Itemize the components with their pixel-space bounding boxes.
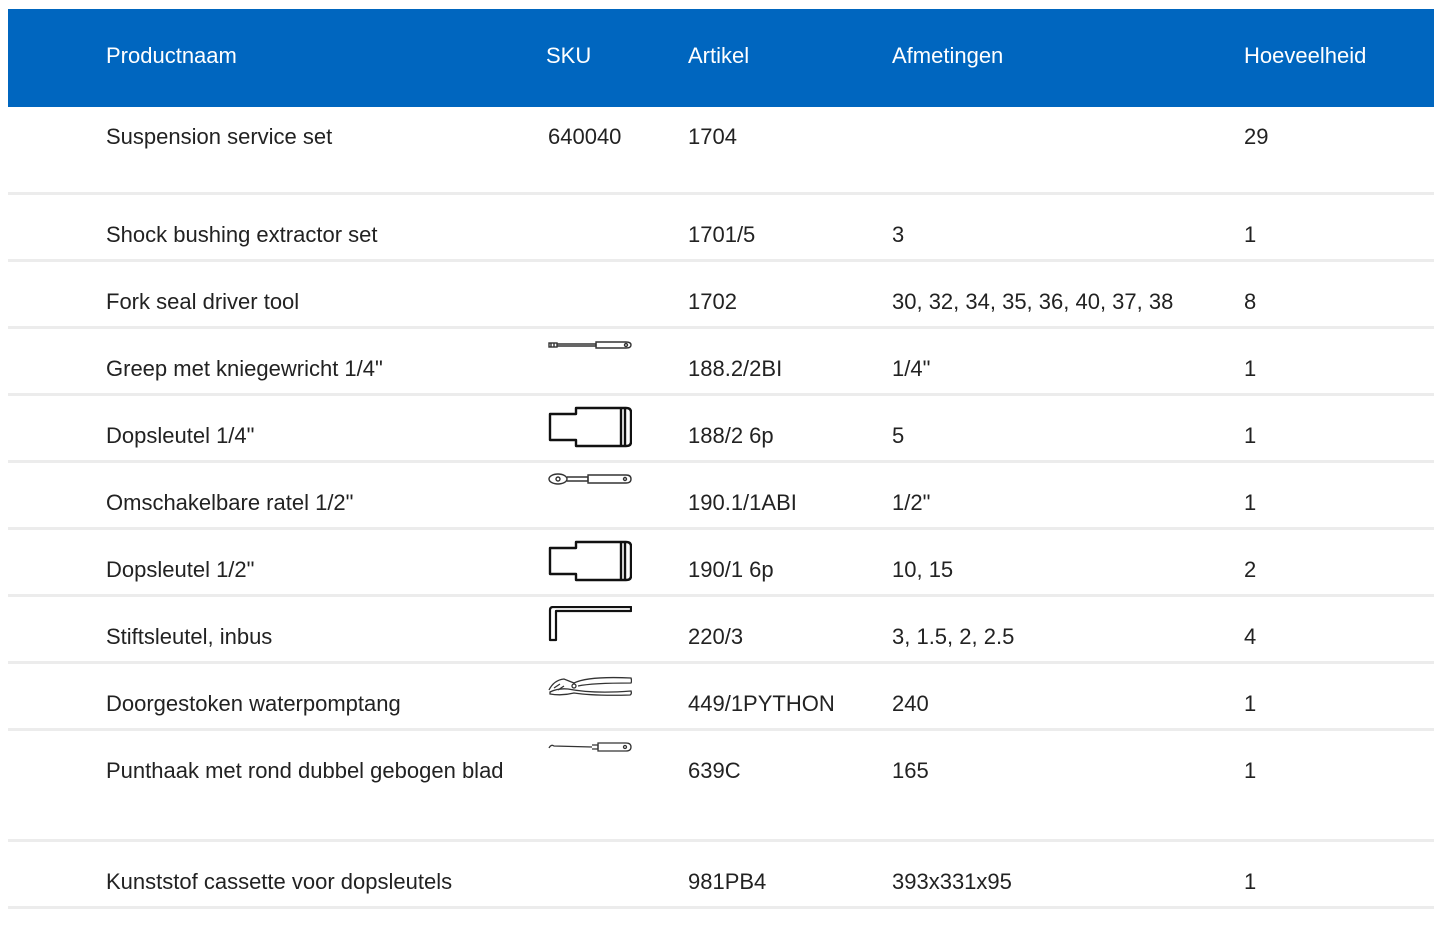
cell-dimensions: 3 xyxy=(892,222,905,247)
socket-icon xyxy=(548,406,632,448)
cell-quantity: 1 xyxy=(1244,869,1257,894)
cell-quantity: 2 xyxy=(1244,557,1257,582)
cell-quantity: 1 xyxy=(1244,691,1257,716)
cell-quantity: 4 xyxy=(1244,624,1257,649)
hex-key-icon xyxy=(548,606,632,642)
cell-product-name: Kunststof cassette voor dopsleutels xyxy=(106,869,453,894)
cell-article: 188.2/2BI xyxy=(688,356,783,381)
header-article: Artikel xyxy=(688,43,750,68)
table-row: Kunststof cassette voor dopsleutels 981PB… xyxy=(8,842,1434,909)
socket-icon xyxy=(548,540,632,582)
cell-product-name: Dopsleutel 1/4" xyxy=(106,423,255,448)
cell-quantity: 1 xyxy=(1244,356,1257,381)
cell-article: 1704 xyxy=(688,124,737,149)
cell-article: 190.1/1ABI xyxy=(688,490,797,515)
cell-article: 220/3 xyxy=(688,624,744,649)
cell-article: 188/2 6p xyxy=(688,423,774,448)
cell-dimensions: 1/2" xyxy=(892,490,931,515)
table-row: Greep met kniegewricht 1/4" 188.2/2BI 1/4"… xyxy=(8,329,1434,396)
hook-pick-icon xyxy=(548,740,632,754)
cell-dimensions: 5 xyxy=(892,423,905,448)
cell-dimensions: 3, 1.5, 2, 2.5 xyxy=(892,624,1015,649)
cell-article: 449/1PYTHON xyxy=(688,691,835,716)
table-row: Suspension service set 640040 1704 29 xyxy=(8,107,1434,195)
table-row: Fork seal driver tool 1702 30, 32, 34, 35,… xyxy=(8,262,1434,329)
cell-quantity: 29 xyxy=(1244,124,1269,149)
cell-dimensions: 165 xyxy=(892,758,929,783)
cell-article: 1701/5 xyxy=(688,222,756,247)
water-pump-pliers-icon xyxy=(548,674,632,698)
table-row: Doorgestoken waterpomptang 449/1PYTHON 240… xyxy=(8,664,1434,731)
table-row: Dopsleutel 1/2" 190/1 6p 10, 15 2 xyxy=(8,530,1434,597)
table-row: Dopsleutel 1/4" 188/2 6p 5 1 xyxy=(8,396,1434,463)
ratchet-icon xyxy=(548,472,632,486)
cell-product-name: Fork seal driver tool xyxy=(106,289,300,314)
cell-dimensions: 240 xyxy=(892,691,929,716)
cell-article: 639C xyxy=(688,758,741,783)
cell-quantity: 1 xyxy=(1244,490,1257,515)
cell-article: 190/1 6p xyxy=(688,557,774,582)
cell-quantity: 8 xyxy=(1244,289,1257,314)
cell-dimensions: 393x331x95 xyxy=(892,869,1012,894)
cell-quantity: 1 xyxy=(1244,222,1257,247)
table-header: Productnaam SKU Artikel Afmetingen Hoeve… xyxy=(8,9,1434,107)
table-body: Suspension service set 640040 1704 29 Shock … xyxy=(8,107,1434,909)
cell-product-name: Stiftsleutel, inbus xyxy=(106,624,273,649)
cell-quantity: 1 xyxy=(1244,423,1257,448)
cell-product-name: Greep met kniegewricht 1/4" xyxy=(106,356,383,381)
cell-product-name: Suspension service set xyxy=(106,124,333,149)
product-table: Productnaam SKU Artikel Afmetingen Hoeve… xyxy=(8,9,1434,909)
table-row: Shock bushing extractor set 1701/5 3 1 xyxy=(8,195,1434,262)
cell-product-name: Doorgestoken waterpomptang xyxy=(106,691,401,716)
cell-dimensions: 30, 32, 34, 35, 36, 40, 37, 38 xyxy=(892,289,1174,314)
cell-quantity: 1 xyxy=(1244,758,1257,783)
cell-dimensions: 10, 15 xyxy=(892,557,954,582)
header-dimensions: Afmetingen xyxy=(892,43,1004,68)
header-sku: SKU xyxy=(546,43,592,68)
table-row: Omschakelbare ratel 1/2" 190.1/1ABI 1/2" 1 xyxy=(8,463,1434,530)
cell-sku: 640040 xyxy=(548,124,622,149)
header-quantity: Hoeveelheid xyxy=(1244,43,1367,68)
table-row: Punthaak met rond dubbel gebogen blad 639… xyxy=(8,731,1434,842)
cell-article: 1702 xyxy=(688,289,737,314)
knee-joint-handle-icon xyxy=(548,339,632,351)
header-product-name: Productnaam xyxy=(106,43,237,68)
cell-product-name: Shock bushing extractor set xyxy=(106,222,378,247)
cell-product-name: Omschakelbare ratel 1/2" xyxy=(106,490,354,515)
table-row: Stiftsleutel, inbus 220/3 3, 1.5, 2, 2.5 4 xyxy=(8,597,1434,664)
cell-article: 981PB4 xyxy=(688,869,767,894)
cell-dimensions: 1/4" xyxy=(892,356,931,381)
cell-product-name: Dopsleutel 1/2" xyxy=(106,557,255,582)
cell-product-name: Punthaak met rond dubbel gebogen blad xyxy=(106,758,504,783)
